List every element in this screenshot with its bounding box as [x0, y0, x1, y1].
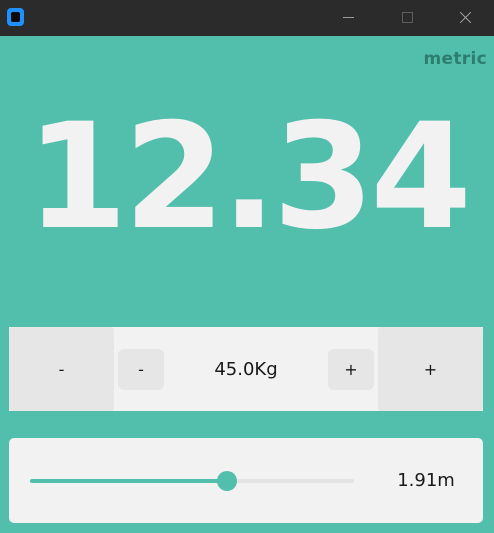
height-value: 1.91m: [397, 470, 455, 491]
unit-mode-toggle[interactable]: metric: [424, 49, 487, 69]
weight-increase-small-button[interactable]: +: [328, 349, 374, 390]
app-icon: [7, 8, 24, 26]
weight-decrease-small-button[interactable]: -: [118, 349, 164, 390]
height-slider-thumb[interactable]: [216, 471, 237, 491]
weight-panel: - - 45.0Kg + +: [9, 327, 483, 411]
height-slider[interactable]: [30, 471, 354, 491]
maximize-icon[interactable]: [378, 0, 436, 36]
minimize-icon[interactable]: [320, 0, 378, 36]
bmi-result: 12.34: [26, 92, 472, 262]
close-icon[interactable]: [436, 0, 494, 36]
weight-decrease-large-button[interactable]: -: [9, 327, 114, 411]
weight-value: 45.0Kg: [214, 358, 278, 380]
weight-increase-large-button[interactable]: +: [378, 327, 483, 411]
height-panel: 1.91m: [9, 438, 483, 523]
height-slider-fill: [30, 479, 227, 483]
title-bar: [0, 0, 494, 36]
